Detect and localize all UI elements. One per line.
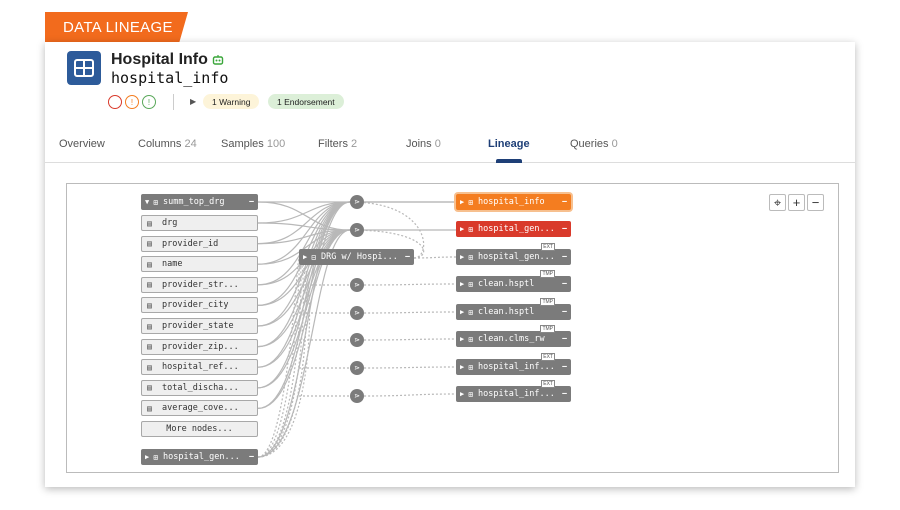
- expand-triangle-icon[interactable]: ▶: [190, 97, 196, 106]
- bottom-table-node[interactable]: ▶ ⊞ hospital_gen... −: [141, 449, 258, 465]
- table-icon: ⊞: [468, 224, 474, 234]
- tab-bar: Overview Columns 24 Samples 100 Filters …: [45, 138, 855, 163]
- tab-overview[interactable]: Overview: [59, 138, 105, 150]
- column-icon: ▤: [147, 300, 152, 310]
- node-tag-badge: TMP: [540, 298, 555, 306]
- recenter-icon[interactable]: ⌖: [769, 194, 786, 211]
- tab-lineage[interactable]: Lineage: [488, 138, 530, 150]
- divider: [173, 94, 174, 110]
- table-icon: ⊞: [468, 279, 474, 289]
- node-tag-badge: EXT: [541, 380, 555, 388]
- column-node[interactable]: ▤ provider_zip...: [141, 338, 258, 355]
- node-tag-badge: EXT: [541, 243, 555, 251]
- target-table-node[interactable]: ▶ ⊞ hospital_inf... − EXT: [456, 380, 571, 402]
- table-icon: ⊞: [468, 389, 474, 399]
- join-node-icon[interactable]: ⋗: [350, 389, 364, 403]
- target-table-node[interactable]: ▶ ⊞ clean.clms_rw − TMP: [456, 325, 571, 347]
- source-table-node[interactable]: ▼ ⊞ summ_top_drg −: [141, 194, 258, 210]
- column-icon: ▤: [147, 239, 152, 249]
- table-icon: [67, 51, 101, 85]
- collapse-icon[interactable]: −: [562, 389, 567, 399]
- tab-samples[interactable]: Samples 100: [221, 138, 285, 150]
- collapse-icon[interactable]: −: [405, 252, 410, 262]
- query-icon: ⊟: [311, 252, 317, 262]
- column-icon: ▤: [147, 362, 152, 372]
- table-icon: ⊞: [468, 307, 474, 317]
- table-icon: ⊞: [468, 334, 474, 344]
- collapse-icon[interactable]: −: [562, 362, 567, 372]
- target-table-node[interactable]: ▶ ⊞ hospital_gen... −: [456, 221, 571, 237]
- query-node[interactable]: ▶ ⊟ DRG w/ Hospi... −: [299, 249, 414, 265]
- node-tag-badge: TMP: [540, 325, 555, 333]
- zoom-in-icon[interactable]: +: [788, 194, 805, 211]
- column-node[interactable]: ▤ provider_id: [141, 235, 258, 252]
- join-node-icon[interactable]: ⋗: [350, 278, 364, 292]
- join-node-icon[interactable]: ⋗: [350, 195, 364, 209]
- collapse-icon[interactable]: −: [562, 307, 567, 317]
- table-icon: ⊞: [468, 197, 474, 207]
- target-table-node[interactable]: ▶ ⊞ clean.hsptl − TMP: [456, 298, 571, 320]
- column-node[interactable]: ▤ drg: [141, 215, 258, 231]
- page-title: Hospital Info: [111, 51, 224, 69]
- collapse-icon[interactable]: −: [249, 197, 254, 207]
- column-icon: ▤: [147, 321, 152, 331]
- zoom-out-icon[interactable]: −: [807, 194, 824, 211]
- warning-badge[interactable]: 1 Warning: [203, 94, 260, 109]
- target-table-node[interactable]: ▶ ⊞ clean.hsptl − TMP: [456, 270, 571, 292]
- collapse-icon[interactable]: −: [562, 252, 567, 262]
- more-nodes-button[interactable]: More nodes...: [141, 421, 258, 437]
- node-tag-badge: EXT: [541, 353, 555, 361]
- collapse-icon[interactable]: −: [562, 224, 567, 234]
- table-icon: ⊞: [153, 452, 159, 462]
- tab-joins[interactable]: Joins 0: [406, 138, 441, 150]
- collapse-icon[interactable]: −: [249, 452, 254, 462]
- dataset-name: hospital_info: [111, 69, 229, 87]
- status-indicators: ! !: [108, 95, 156, 109]
- column-icon: ▤: [147, 259, 152, 269]
- collapse-icon[interactable]: −: [562, 197, 567, 207]
- target-table-node[interactable]: ▶ ⊞ hospital_gen... − EXT: [456, 243, 571, 265]
- column-node[interactable]: ▤ total_discha...: [141, 379, 258, 396]
- join-node-icon[interactable]: ⋗: [350, 333, 364, 347]
- warning-status-icon[interactable]: !: [125, 95, 139, 109]
- column-icon: ▤: [147, 218, 152, 228]
- dataset-card: Hospital Info hospital_info ! ! ▶ 1 Warn…: [45, 42, 855, 487]
- target-table-node[interactable]: ▶ ⊞ hospital_info −: [456, 194, 571, 210]
- tab-columns[interactable]: Columns 24: [138, 138, 197, 150]
- column-node[interactable]: ▤ average_cove...: [141, 400, 258, 417]
- collapse-icon[interactable]: −: [562, 279, 567, 289]
- join-node-icon[interactable]: ⋗: [350, 223, 364, 237]
- section-banner: DATA LINEAGE: [45, 12, 188, 42]
- endorsement-badge[interactable]: 1 Endorsement: [268, 94, 344, 109]
- node-tag-badge: TMP: [540, 270, 555, 278]
- column-node[interactable]: ▤ provider_state: [141, 318, 258, 334]
- tab-queries[interactable]: Queries 0: [570, 138, 618, 150]
- join-node-icon[interactable]: ⋗: [350, 306, 364, 320]
- column-icon: ▤: [147, 280, 152, 290]
- column-node[interactable]: ▤ provider_str...: [141, 276, 258, 293]
- robot-icon: [212, 55, 224, 65]
- table-icon: ⊞: [153, 197, 159, 207]
- column-icon: ▤: [147, 403, 152, 413]
- dataset-title: Hospital Info: [111, 51, 208, 68]
- table-icon: ⊞: [468, 252, 474, 262]
- column-icon: ▤: [147, 342, 152, 352]
- column-node[interactable]: ▤ provider_city: [141, 297, 258, 314]
- column-node[interactable]: ▤ name: [141, 256, 258, 273]
- error-status-icon[interactable]: [108, 95, 122, 109]
- lineage-graph[interactable]: ▼ ⊞ summ_top_drg − ▤ drg ▤ provider_id ▤ name ▤ p…: [66, 183, 839, 473]
- column-node[interactable]: ▤ hospital_ref...: [141, 359, 258, 376]
- tab-filters[interactable]: Filters 2: [318, 138, 357, 150]
- active-tab-indicator: [496, 159, 522, 163]
- join-node-icon[interactable]: ⋗: [350, 361, 364, 375]
- table-icon: ⊞: [468, 362, 474, 372]
- column-icon: ▤: [147, 383, 152, 393]
- target-table-node[interactable]: ▶ ⊞ hospital_inf... − EXT: [456, 353, 571, 375]
- collapse-icon[interactable]: −: [562, 334, 567, 344]
- ok-status-icon[interactable]: !: [142, 95, 156, 109]
